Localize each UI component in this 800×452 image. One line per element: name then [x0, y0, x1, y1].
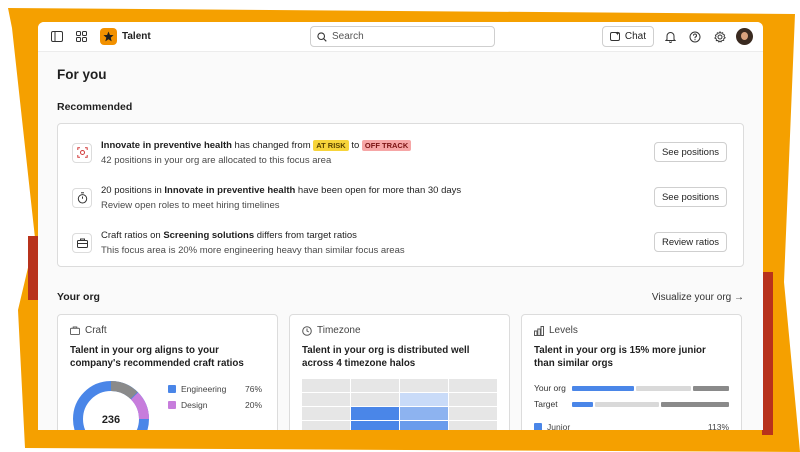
levels-card[interactable]: Levels Talent in your org is 15% more ju… [521, 314, 742, 430]
legend-value: 76% [244, 384, 262, 394]
craft-card[interactable]: Craft Talent in your org aligns to your … [57, 314, 278, 430]
see-positions-button[interactable]: See positions [653, 187, 727, 207]
focus-area-name: Innovate in preventive health [101, 139, 232, 151]
recommendation-subtitle: This focus area is 20% more engineering … [101, 244, 405, 256]
review-ratios-button[interactable]: Review ratios [653, 232, 727, 252]
recommended-heading: Recommended [57, 101, 133, 113]
title-text: Craft ratios on [101, 229, 164, 241]
clock-icon [302, 325, 312, 336]
timezone-card-description: Talent in your org is distributed well a… [302, 345, 470, 369]
stopwatch-icon [72, 187, 92, 208]
levels-card-title: Levels [549, 325, 578, 336]
legend-label: Engineering [181, 384, 227, 394]
timezone-card[interactable]: Timezone Talent in your org is distribut… [289, 314, 510, 430]
title-text: 20 positions in [101, 184, 165, 196]
user-avatar[interactable] [736, 28, 753, 45]
legend-value: 20% [244, 400, 262, 410]
craft-donut-chart: 236 [73, 381, 149, 430]
recommendation-item: 20 positions in Innovate in preventive h… [72, 175, 729, 220]
title-text: have been open for more than 30 days [295, 184, 462, 196]
title-text: to [348, 139, 362, 151]
craft-briefcase-icon [70, 326, 80, 335]
briefcase-icon [72, 232, 92, 253]
chat-sparkle-icon [609, 31, 620, 41]
legend-value: 113% [707, 422, 729, 430]
recommendation-subtitle: Review open roles to meet hiring timelin… [101, 199, 280, 211]
legend-label: Design [181, 400, 208, 410]
search-input[interactable]: Search [310, 26, 495, 47]
donut-total: 236 [102, 414, 120, 426]
search-icon [317, 31, 327, 42]
focus-area-name: Innovate in preventive health [164, 184, 296, 196]
timezone-card-title: Timezone [317, 325, 361, 336]
app-window: Talent Search Chat For you Recommended I… [38, 22, 763, 430]
see-positions-button[interactable]: See positions [653, 142, 727, 162]
bell-icon[interactable] [661, 28, 679, 46]
settings-gear-icon[interactable] [711, 28, 729, 46]
title-text: differs from target ratios [254, 229, 357, 241]
timezone-heatmap [302, 379, 497, 430]
status-badge-off-track: OFF TRACK [361, 139, 412, 151]
status-badge-at-risk: AT RISK [313, 139, 349, 151]
recommendation-item: Craft ratios on Screening solutions diff… [72, 220, 729, 265]
donut-slice-other [110, 381, 138, 400]
recommendations-card: Innovate in preventive health has change… [57, 123, 744, 267]
levels-card-description: Talent in your org is 15% more junior th… [534, 345, 706, 369]
levels-row-target: Target [534, 396, 729, 412]
talent-logo-icon [100, 28, 117, 45]
legend-label: Junior [547, 422, 571, 430]
craft-card-title: Craft [85, 325, 107, 336]
levels-row-label: Your org [534, 383, 566, 393]
help-icon[interactable] [686, 28, 704, 46]
chat-label: Chat [624, 31, 646, 42]
title-text: has changed from [231, 139, 314, 151]
levels-row-label: Target [534, 399, 558, 409]
craft-card-description: Talent in your org aligns to your compan… [70, 345, 244, 369]
recommendation-title: 20 positions in Innovate in preventive h… [101, 185, 461, 196]
page-title: For you [57, 67, 107, 82]
focus-target-icon [72, 142, 92, 163]
donut-slice-design [130, 392, 149, 420]
recommendation-item: Innovate in preventive health has change… [72, 130, 729, 175]
levels-row-your-org: Your org [534, 380, 729, 396]
your-org-heading: Your org [57, 291, 100, 303]
focus-area-name: Screening solutions [163, 229, 255, 241]
app-name: Talent [122, 31, 151, 42]
legend-item-design: Design 20% [168, 400, 262, 410]
top-bar: Talent Search Chat [38, 22, 763, 52]
legend-item-engineering: Engineering 76% [168, 384, 262, 394]
sidebar-toggle-icon[interactable] [48, 28, 66, 46]
search-placeholder: Search [332, 31, 364, 42]
recommendation-title: Innovate in preventive health has change… [101, 139, 412, 151]
apps-grid-icon[interactable] [72, 28, 90, 46]
recommendation-title: Craft ratios on Screening solutions diff… [101, 230, 405, 241]
legend-item-junior: Junior 113% [534, 422, 729, 430]
recommendation-subtitle: 42 positions in your org are allocated t… [101, 154, 332, 166]
bar-chart-icon [534, 325, 544, 336]
chat-button[interactable]: Chat [601, 26, 654, 47]
visualize-your-org-link[interactable]: Visualize your org → [652, 292, 744, 303]
